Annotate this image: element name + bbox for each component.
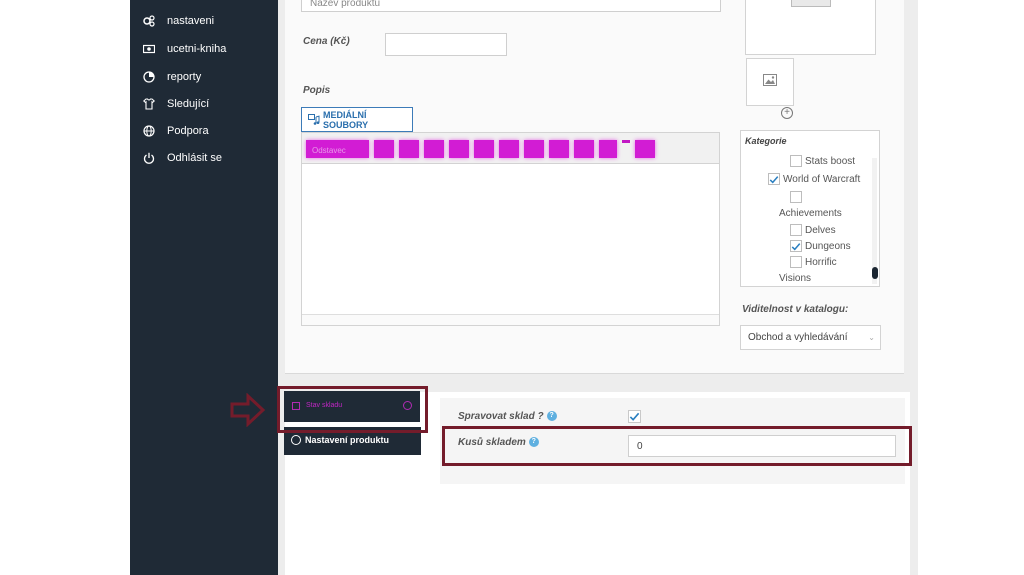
screen: nastaveni ucetni-kniha reporty Sledující… [0, 0, 1024, 575]
image-placeholder-shape [791, 0, 831, 7]
align-left-button[interactable] [499, 140, 519, 158]
fullscreen-button[interactable] [635, 140, 655, 158]
blockquote-button[interactable] [474, 140, 494, 158]
price-input[interactable] [385, 33, 507, 56]
sidebar-item-label: Sledující [167, 98, 210, 110]
media-icon [308, 114, 320, 125]
category-item[interactable]: Horrific [790, 256, 837, 268]
visibility-select[interactable]: Obchod a vyhledávání ⌄ [740, 325, 881, 350]
format-select[interactable]: Odstavec [306, 140, 369, 158]
category-checkbox[interactable] [790, 240, 802, 252]
cogs-icon [140, 14, 158, 28]
category-title: Kategorie [745, 136, 787, 146]
sidebar-item-odhlasit[interactable]: Odhlásit se [140, 148, 222, 168]
power-icon [140, 151, 158, 165]
numbered-list-button[interactable] [449, 140, 469, 158]
sidebar: nastaveni ucetni-kniha reporty Sledující… [130, 0, 278, 575]
link-button[interactable] [574, 140, 594, 158]
gallery-thumbnail[interactable] [746, 58, 794, 106]
sidebar-item-podpora[interactable]: Podpora [140, 121, 209, 141]
category-checkbox[interactable] [790, 256, 802, 268]
sidebar-item-label: Odhlásit se [167, 152, 223, 164]
product-image[interactable] [745, 0, 876, 55]
money-icon [140, 42, 158, 56]
editor-toolbar: Odstavec [302, 133, 719, 164]
category-scroll-thumb[interactable] [872, 267, 878, 279]
description-editor[interactable]: Odstavec [301, 132, 720, 326]
circle-icon [291, 435, 301, 445]
check-icon [769, 175, 779, 184]
category-box: Kategorie Stats boost World of Warcraft … [740, 130, 880, 287]
highlight-box-stock-tab [277, 386, 428, 433]
price-label: Cena (Kč) [303, 36, 350, 47]
pie-chart-icon [140, 70, 158, 84]
category-checkbox[interactable] [790, 224, 802, 236]
manage-stock-label: Spravovat sklad ?? [458, 411, 557, 422]
category-checkbox[interactable] [790, 155, 802, 167]
product-name-input[interactable]: Název produktu [301, 0, 721, 12]
help-icon[interactable]: ? [546, 411, 557, 422]
category-scrollbar[interactable] [872, 158, 877, 284]
editor-resize-bar[interactable] [302, 314, 719, 325]
separator [622, 140, 630, 143]
sidebar-item-label: nastaveni [167, 15, 215, 27]
arrow-right-icon [230, 393, 266, 427]
sidebar-item-ucetni-kniha[interactable]: ucetni-kniha [140, 39, 226, 59]
sidebar-item-sledujici[interactable]: Sledující [140, 94, 209, 114]
sidebar-item-label: ucetni-kniha [167, 43, 227, 55]
category-item-label: Visions [779, 273, 812, 284]
check-icon [791, 242, 801, 251]
bullet-list-button[interactable] [424, 140, 444, 158]
category-item[interactable] [790, 191, 805, 203]
bold-button[interactable] [374, 140, 394, 158]
sidebar-item-label: Podpora [167, 125, 209, 137]
sidebar-item-reporty[interactable]: reporty [140, 67, 201, 87]
description-label: Popis [303, 85, 331, 96]
category-checkbox[interactable] [768, 173, 780, 185]
category-item[interactable]: Stats boost [790, 155, 855, 167]
add-image-icon[interactable]: + [781, 107, 793, 119]
category-item[interactable]: World of Warcraft [768, 173, 860, 185]
sidebar-item-nastaveni[interactable]: nastaveni [140, 11, 214, 31]
globe-icon [140, 124, 158, 138]
image-icon [763, 73, 777, 91]
align-center-button[interactable] [524, 140, 544, 158]
category-item[interactable]: Dungeons [790, 240, 851, 252]
visibility-label: Viditelnost v katalogu: [742, 304, 849, 315]
chevron-down-icon: ⌄ [868, 333, 875, 342]
highlight-box-stock-qty [442, 426, 912, 466]
sidebar-item-label: reporty [167, 71, 202, 83]
category-checkbox[interactable] [790, 191, 802, 203]
media-files-label: MEDIÁLNÍ SOUBORY [323, 109, 369, 130]
category-item[interactable]: Delves [790, 224, 836, 236]
media-files-button[interactable]: MEDIÁLNÍ SOUBORY [301, 107, 413, 132]
check-icon [629, 412, 640, 421]
category-item-label: Achievements [779, 208, 842, 219]
manage-stock-checkbox[interactable] [628, 410, 641, 423]
align-right-button[interactable] [549, 140, 569, 158]
shirt-icon [140, 97, 158, 111]
more-button[interactable] [599, 140, 617, 158]
italic-button[interactable] [399, 140, 419, 158]
